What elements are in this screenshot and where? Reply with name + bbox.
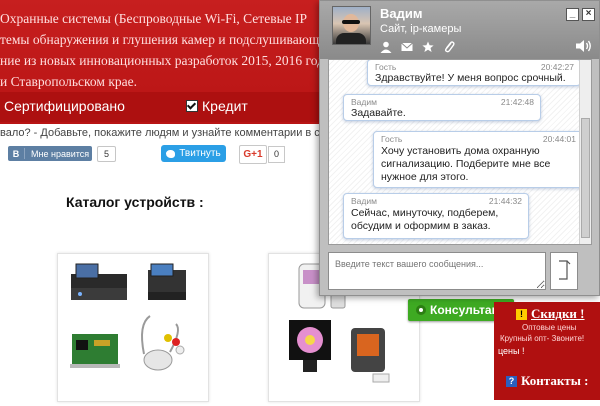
operator-avatar [332, 6, 371, 45]
send-icon [559, 260, 571, 280]
minimize-icon[interactable]: _ [566, 8, 579, 21]
twitter-bird-icon [166, 149, 176, 158]
warning-icon: ! [516, 308, 527, 320]
chat-message-operator: Вадим 21:42:48 Задавайте. [343, 94, 541, 121]
vk-logo-icon: В [12, 148, 20, 159]
operator-name: Вадим [380, 6, 423, 21]
share-prompt: вало? - Добавьте, покажите людям и узнай… [0, 127, 364, 139]
chat-message-guest: Гость 20:42:27 Здравствуйте! У меня вопр… [367, 60, 581, 86]
tweet-label: Твитнуть [179, 148, 221, 159]
feature-credit: Кредит [186, 98, 248, 114]
promo-line: Крупный опт- Звоните! [500, 334, 585, 343]
operator-subtitle: Сайт, ip-камеры [380, 23, 462, 35]
chat-toolbar [380, 41, 455, 53]
promo-title-row[interactable]: ! Скидки ! [516, 306, 585, 322]
contacts-title: Контакты : [521, 373, 589, 388]
chat-scrollbar-thumb[interactable] [581, 118, 590, 238]
discounts-link[interactable]: Скидки ! [531, 306, 585, 322]
speaker-icon[interactable] [575, 39, 593, 53]
vk-like-count: 5 [97, 146, 116, 162]
vk-like-label: Мне нравится [31, 148, 90, 159]
user-icon[interactable] [380, 41, 392, 53]
message-author: Гость [381, 134, 403, 144]
message-time: 20:42:27 [540, 62, 574, 72]
promo-sidebar: ! Скидки ! Оптовые цены Крупный опт- Зво… [494, 302, 600, 400]
message-author: Вадим [351, 97, 377, 107]
message-author: Вадим [351, 196, 377, 206]
message-time: 21:44:32 [488, 196, 522, 206]
chat-message-operator: Вадим 21:44:32 Сейчас, минуточку, подбер… [343, 193, 529, 239]
chat-widget: Вадим Сайт, ip-камеры _ × Гость 20:42:27… [319, 0, 600, 296]
gplus-button[interactable]: G+1 [239, 145, 267, 164]
message-time: 21:42:48 [500, 97, 534, 107]
question-icon: ? [506, 375, 517, 387]
send-button[interactable] [550, 252, 578, 290]
divider [24, 148, 25, 159]
promo-line: цены ! [498, 346, 525, 356]
promo-line: Оптовые цены [522, 323, 577, 332]
chat-header[interactable]: Вадим Сайт, ip-камеры _ × [320, 1, 599, 59]
catalog-title: Каталог устройств : [66, 194, 204, 210]
message-text: Сейчас, минуточку, подберем, обсудим и о… [351, 207, 499, 232]
message-text: Здравствуйте! У меня вопрос срочный. [375, 72, 566, 84]
chat-scrollbar[interactable] [579, 60, 591, 244]
gplus-count: 0 [268, 146, 285, 163]
feature-credit-label: Кредит [202, 98, 248, 114]
message-text: Хочу установить дома охранную сигнализац… [381, 145, 551, 183]
contacts-heading[interactable]: ? Контакты : [506, 373, 588, 389]
vk-like-button[interactable]: В Мне нравится [8, 146, 92, 161]
avatar-glasses [342, 20, 360, 24]
online-status-icon [416, 305, 426, 315]
chat-message-guest: Гость 20:44:01 Хочу установить дома охра… [373, 131, 583, 188]
envelope-icon[interactable] [401, 41, 413, 53]
feature-certified: Сертифицировано [4, 98, 125, 114]
close-icon[interactable]: × [582, 8, 595, 21]
paperclip-icon[interactable] [443, 41, 455, 53]
message-time: 20:44:01 [542, 134, 576, 144]
tweet-button[interactable]: Твитнуть [161, 145, 226, 162]
checkbox-icon [186, 100, 198, 112]
chat-message-log[interactable]: Гость 20:42:27 Здравствуйте! У меня вопр… [328, 59, 592, 245]
chat-message-input[interactable] [328, 252, 546, 290]
dvr-product-image [70, 263, 186, 371]
avatar-body [336, 33, 366, 44]
star-icon[interactable] [422, 41, 434, 53]
message-text: Задавайте. [351, 107, 406, 119]
message-author: Гость [375, 62, 397, 72]
window-controls: _ × [566, 8, 595, 21]
product-card-dvr[interactable] [57, 253, 209, 402]
